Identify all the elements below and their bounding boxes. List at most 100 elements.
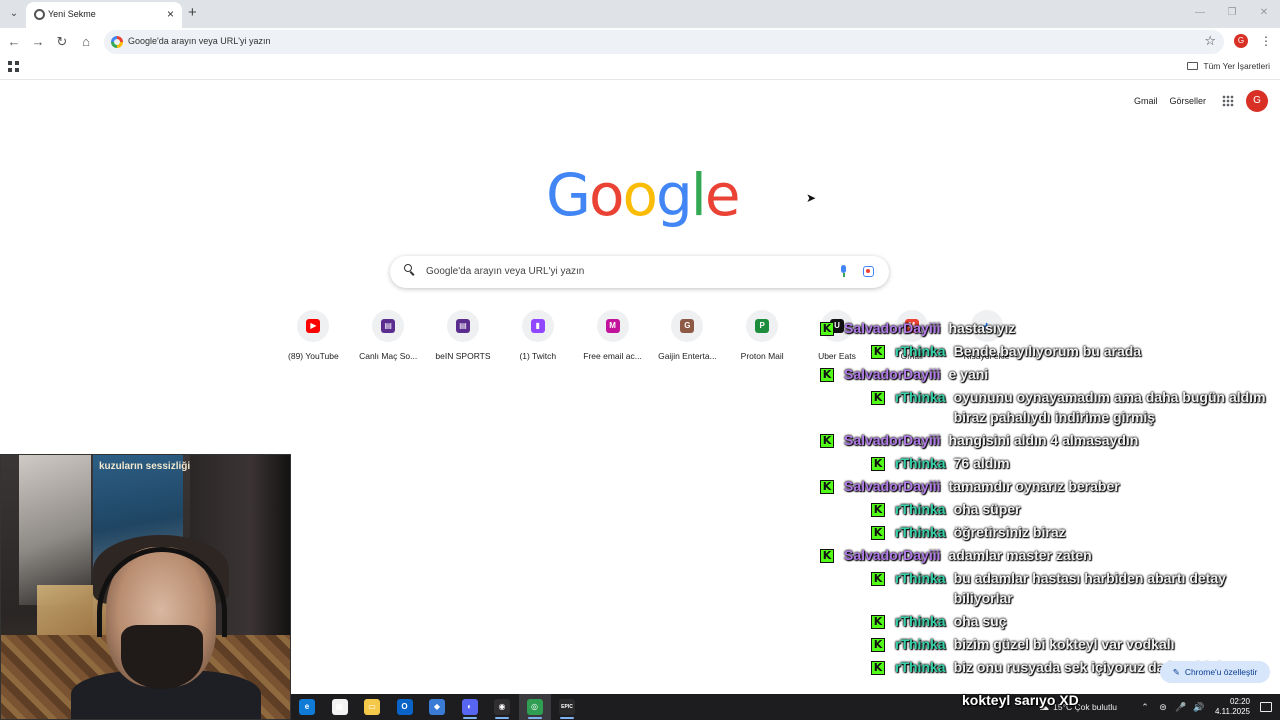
bookmarks-bar: Tüm Yer İşaretleri [0, 56, 1280, 80]
webcam-overlay: kuzuların sessizliği [0, 454, 291, 720]
search-input[interactable]: Google'da arayın veya URL'yi yazın [426, 266, 584, 277]
kick-badge-icon: K [871, 345, 885, 359]
chat-username: SalvadorDayiii [844, 366, 941, 382]
home-button[interactable]: ⌂ [78, 34, 94, 50]
bookmark-star-icon[interactable]: ☆ [1204, 33, 1216, 49]
tray-overflow-chevron-icon[interactable]: ⌃ [1139, 701, 1151, 713]
letter-g-icon: G [680, 319, 695, 333]
customize-chrome-button[interactable]: ✎ Chrome'u özelleştir [1160, 661, 1270, 683]
twitch-icon: ▮ [530, 319, 545, 333]
shortcut-label: beIN SPORTS [435, 351, 491, 361]
new-tab-button[interactable]: + [188, 5, 197, 21]
shortcut-tile[interactable]: ▶ (89) YouTube [276, 310, 351, 361]
apps-grid-icon[interactable] [8, 61, 19, 72]
gmail-link[interactable]: Gmail [1134, 96, 1158, 106]
logo-letter: o [622, 161, 657, 229]
shortcut-tile[interactable]: P Proton Mail [725, 310, 800, 361]
shortcut-label: Proton Mail [740, 351, 784, 361]
chat-message: K SalvadorDayiii e yani [820, 364, 1280, 384]
shortcut-tile[interactable]: ▮ (1) Twitch [500, 310, 575, 361]
address-bar-text[interactable]: Google'da arayın veya URL'yi yazın [128, 36, 271, 46]
reload-button[interactable]: ↻ [54, 34, 70, 50]
chat-message: KrThinka oha süper [820, 499, 1280, 519]
shortcut-tile[interactable]: G Gaijin Enterta... [650, 310, 725, 361]
logo-letter: G [546, 161, 591, 229]
shortcut-icon-circle: M [596, 310, 629, 342]
shortcut-label: Canlı Maç So... [359, 351, 418, 361]
shortcut-tile[interactable]: ▤ Canlı Maç So... [351, 310, 426, 361]
back-button[interactable]: ← [6, 34, 22, 50]
file-explorer-icon[interactable]: ▭ [364, 699, 380, 715]
running-indicator [560, 717, 574, 719]
shortcut-label: (1) Twitch [519, 351, 557, 361]
chat-message: KrThinka oyununu oynayamadım ama daha bug… [820, 387, 1280, 427]
images-link[interactable]: Görseller [1169, 96, 1206, 106]
chat-message: K SalvadorDayiii hastasıyız [820, 318, 1280, 338]
all-bookmarks-button[interactable]: Tüm Yer İşaretleri [1187, 61, 1270, 71]
chat-message: KrThinka oha suç [820, 611, 1280, 631]
chat-ticker-text: kokteyl sarıyo XD [962, 692, 1079, 708]
chat-message: K SalvadorDayiii tamamdır oynarız beraber [820, 476, 1280, 496]
shortcut-label: Free email ac... [583, 351, 642, 361]
chrome-menu-icon[interactable]: ⋮ [1260, 34, 1272, 48]
forward-button[interactable]: → [30, 34, 46, 50]
tab-close-icon[interactable]: × [167, 7, 174, 21]
folder-icon [1187, 62, 1199, 70]
maximize-button[interactable]: ❐ [1216, 0, 1248, 28]
chat-message-text: Bende bayılıyorum bu arada [953, 343, 1142, 359]
tab-search-chevron-icon[interactable]: ⌄ [6, 6, 22, 22]
discord-icon[interactable]: ◐ [461, 699, 478, 715]
vpn-icon[interactable]: ◆ [429, 699, 445, 715]
minimize-button[interactable]: — [1184, 0, 1216, 28]
logo-letter: o [588, 161, 624, 229]
epic-games-icon[interactable]: EPIC [559, 699, 575, 715]
search-icon [404, 264, 415, 276]
shortcut-icon-circle: ▤ [446, 310, 479, 342]
edge-icon[interactable]: e [299, 699, 315, 715]
kick-badge-icon: K [871, 503, 885, 517]
chrome-icon[interactable]: ◎ [526, 699, 543, 715]
chat-message-text: oyununu oynayamadım ama daha bugün aldım… [953, 389, 1266, 425]
shortcut-icon-circle: G [671, 310, 704, 342]
chat-message: KrThinka Bende bayılıyorum bu arada [820, 341, 1280, 361]
browser-toolbar: ← → ↻ ⌂ Google'da arayın veya URL'yi yaz… [0, 28, 1280, 56]
google-top-links: Gmail Görseller G [1134, 90, 1268, 112]
chat-username: rThinka [895, 570, 946, 586]
microphone-icon[interactable]: 🎤 [1175, 701, 1187, 713]
chat-message-text: hangisini aldın 4 almasaydın [948, 432, 1139, 448]
kick-badge-icon: K [820, 322, 834, 336]
shortcut-tile[interactable]: M Free email ac... [575, 310, 650, 361]
close-window-button[interactable]: ✕ [1248, 0, 1280, 28]
kick-badge-icon: K [871, 391, 885, 405]
google-account-avatar[interactable]: G [1246, 90, 1268, 112]
taskbar-clock[interactable]: 02:20 4.11.2025 [1215, 697, 1250, 717]
chat-username: rThinka [895, 389, 946, 405]
kick-badge-icon: K [820, 368, 834, 382]
google-apps-icon[interactable] [1222, 95, 1234, 107]
kick-badge-icon: K [871, 457, 885, 471]
network-icon[interactable]: ⊜ [1157, 701, 1169, 713]
tv-icon: ▤ [381, 319, 396, 333]
chat-message: KrThinka bu adamlar hastası harbiden abar… [820, 568, 1280, 608]
outlook-icon[interactable]: O [396, 699, 413, 715]
google-g-icon [111, 36, 123, 48]
chat-message: KrThinka öğretirsiniz biraz [820, 522, 1280, 542]
volume-icon[interactable]: 🔊 [1193, 701, 1205, 713]
google-lens-icon[interactable] [863, 266, 874, 277]
voice-search-icon[interactable] [840, 265, 847, 277]
chat-message-text: hastasıyız [948, 320, 1016, 336]
obs-icon[interactable]: ◉ [494, 699, 510, 715]
profile-avatar[interactable]: G [1234, 34, 1248, 48]
notification-center-icon[interactable] [1260, 702, 1272, 712]
logo-letter: l [690, 161, 707, 229]
tab-new-tab[interactable]: Yeni Sekme × [26, 2, 182, 28]
tab-title: Yeni Sekme [48, 9, 96, 19]
chat-username: SalvadorDayiii [844, 320, 941, 336]
poster-title: kuzuların sessizliği [99, 461, 191, 472]
shortcut-tile[interactable]: ▤ beIN SPORTS [426, 310, 501, 361]
google-search-box[interactable]: Google'da arayın veya URL'yi yazın [390, 256, 889, 288]
store-icon[interactable]: ▦ [331, 699, 348, 715]
chat-message: KrThinka 76 aldım [820, 453, 1280, 473]
chat-username: SalvadorDayiii [844, 478, 941, 494]
address-bar[interactable]: Google'da arayın veya URL'yi yazın ☆ [104, 30, 1224, 54]
